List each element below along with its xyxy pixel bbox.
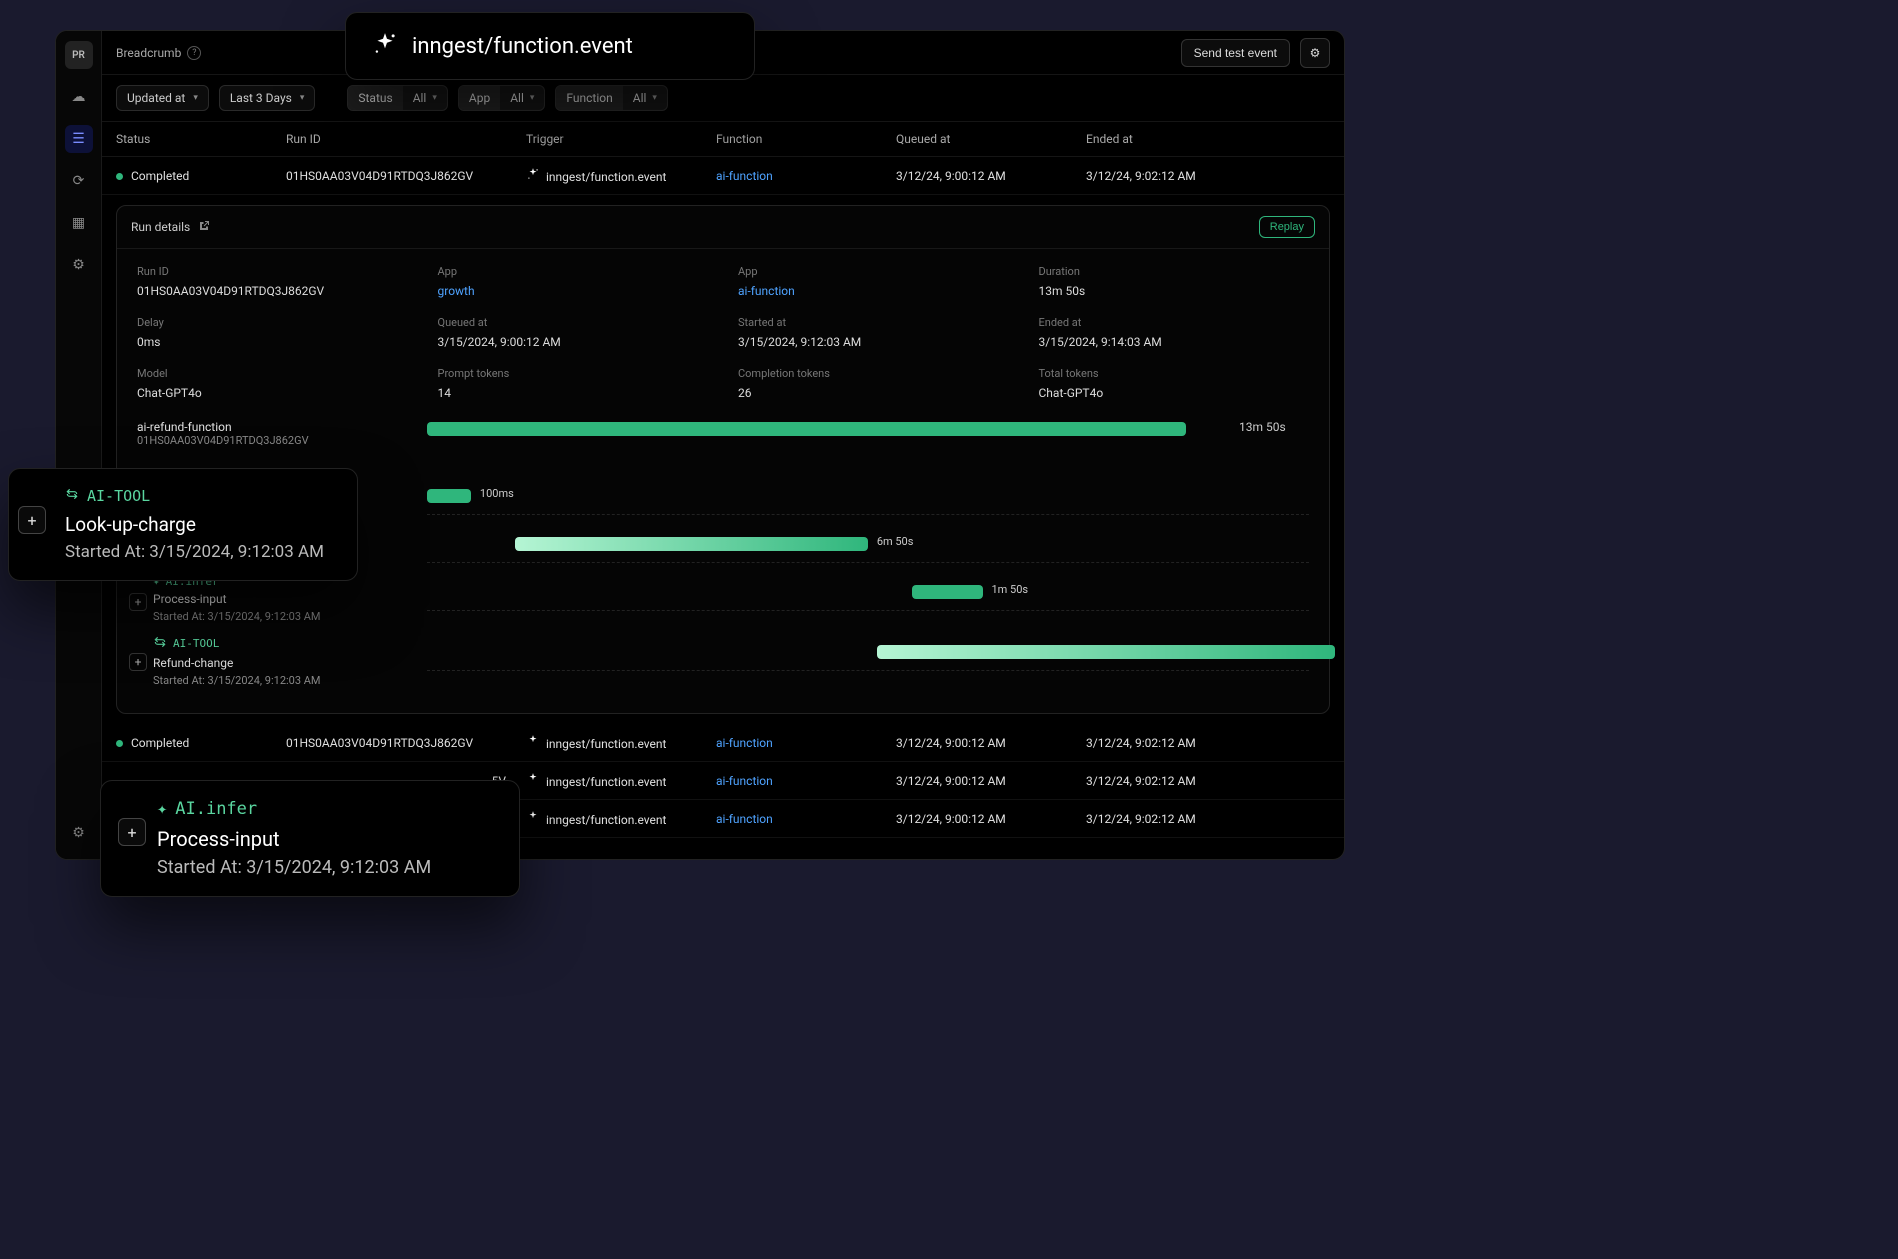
float-infer-card: ✦AI.infer Process-input Started At: 3/15… [100, 780, 520, 897]
float-infer-started: Started At: 3/15/2024, 9:12:03 AM [157, 857, 495, 878]
sidebar-item-apps[interactable]: ▦ [65, 209, 93, 237]
filter-updated-at[interactable]: Updated at▾ [116, 85, 209, 111]
filter-function[interactable]: Function All▾ [555, 85, 668, 111]
filter-status-label: Status [348, 86, 402, 110]
breadcrumb-label: Breadcrumb [116, 46, 181, 60]
step-row: + ✦AI.infer Process-input Started At: 3/… [137, 575, 1309, 623]
cell-status: Completed [116, 169, 286, 183]
table-row[interactable]: Completed 01HS0AA03V04D91RTDQ3J862GV inn… [102, 724, 1344, 762]
step-name: Refund-change [153, 656, 417, 670]
expand-step-button[interactable]: + [129, 593, 147, 611]
sidebar-item-runs[interactable]: ☰ [65, 125, 93, 153]
col-function: Function [716, 132, 896, 146]
step-started: Started At: 3/15/2024, 9:12:03 AM [153, 674, 417, 687]
main-area: Breadcrumb ? Send test event ⚙ Updated a… [102, 31, 1344, 859]
float-infer-name: Process-input [157, 827, 495, 851]
float-expand-button[interactable]: + [118, 818, 146, 846]
float-expand-button[interactable]: + [18, 506, 46, 534]
timeline-summary: ai-refund-function 01HS0AA03V04D91RTDQ3J… [117, 416, 1329, 459]
step-name: Process-input [153, 592, 417, 606]
meta-grid: Run ID01HS0AA03V04D91RTDQ3J862GV Appgrow… [117, 249, 1329, 416]
float-tool-started: Started At: 3/15/2024, 9:12:03 AM [65, 542, 333, 562]
sidebar-item-workspace[interactable]: PR [65, 41, 93, 69]
float-tool-tag: AI-TOOL [65, 487, 333, 505]
expand-step-button[interactable]: + [129, 653, 147, 671]
filter-bar: Updated at▾ Last 3 Days▾ Status All▾ App… [102, 75, 1344, 122]
summary-bar [427, 422, 1186, 436]
float-trigger-card: inngest/function.event [345, 12, 755, 80]
external-link-icon[interactable] [198, 220, 210, 235]
cell-trigger: inngest/function.event [526, 167, 716, 184]
table-row[interactable]: Completed 01HS0AA03V04D91RTDQ3J862GV inn… [102, 157, 1344, 195]
app-link-function[interactable]: ai-function [738, 284, 1009, 298]
run-details-panel: Run details Replay Run ID01HS0AA03V04D91… [116, 205, 1330, 714]
app-window: PR ☁ ☰ ⟳ ▦ ⚙ ⚙ Breadcrumb ? Send test ev… [55, 30, 1345, 860]
filter-status-value[interactable]: All▾ [403, 86, 447, 110]
cell-function[interactable]: ai-function [716, 169, 896, 183]
col-ended: Ended at [1086, 132, 1266, 146]
summary-name: ai-refund-function [137, 420, 397, 434]
col-runid: Run ID [286, 132, 526, 146]
status-dot-icon [116, 173, 123, 180]
cell-queued: 3/12/24, 9:00:12 AM [896, 169, 1086, 183]
float-tool-name: Look-up-charge [65, 513, 333, 536]
send-test-event-button[interactable]: Send test event [1181, 39, 1290, 67]
app-link-growth[interactable]: growth [438, 284, 709, 298]
filter-timerange[interactable]: Last 3 Days▾ [219, 85, 316, 111]
col-trigger: Trigger [526, 132, 716, 146]
step-tag: AI-TOOL [153, 635, 417, 652]
float-tool-card: AI-TOOL Look-up-charge Started At: 3/15/… [8, 468, 358, 581]
sparkle-icon [372, 31, 398, 61]
sidebar: PR ☁ ☰ ⟳ ▦ ⚙ ⚙ [56, 31, 102, 859]
summary-runid: 01HS0AA03V04D91RTDQ3J862GV [137, 434, 397, 447]
step-row: + AI-TOOL Refund-change Started At: 3/15… [137, 635, 1309, 687]
col-queued: Queued at [896, 132, 1086, 146]
filter-function-value[interactable]: All▾ [623, 86, 667, 110]
filter-app-value[interactable]: All▾ [500, 86, 544, 110]
sidebar-item-cloud[interactable]: ☁ [65, 83, 93, 111]
summary-duration: 13m 50s [1239, 420, 1309, 447]
sparkle-icon [526, 167, 540, 181]
float-trigger-text: inngest/function.event [412, 34, 633, 59]
step-started: Started At: 3/15/2024, 9:12:03 AM [153, 610, 417, 623]
filter-app[interactable]: App All▾ [458, 85, 546, 111]
col-status: Status [116, 132, 286, 146]
breadcrumb: Breadcrumb ? [116, 46, 201, 60]
filter-status[interactable]: Status All▾ [347, 85, 448, 111]
filter-app-label: App [459, 86, 500, 110]
sidebar-item-refresh[interactable]: ⟳ [65, 167, 93, 195]
settings-button[interactable]: ⚙ [1300, 38, 1330, 68]
cell-ended: 3/12/24, 9:02:12 AM [1086, 169, 1266, 183]
float-infer-tag: ✦AI.infer [157, 799, 495, 819]
table-header: Status Run ID Trigger Function Queued at… [102, 122, 1344, 157]
replay-button[interactable]: Replay [1259, 216, 1315, 238]
sidebar-item-settings-bottom[interactable]: ⚙ [65, 819, 93, 847]
cell-runid: 01HS0AA03V04D91RTDQ3J862GV [286, 169, 526, 183]
filter-function-label: Function [556, 86, 622, 110]
sidebar-item-settings[interactable]: ⚙ [65, 251, 93, 279]
run-details-title: Run details [131, 220, 210, 235]
help-icon[interactable]: ? [187, 46, 201, 60]
